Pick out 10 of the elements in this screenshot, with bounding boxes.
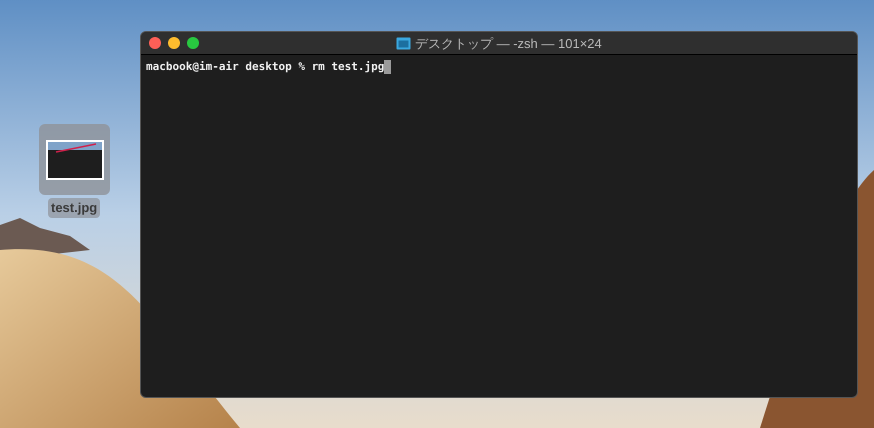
screenshot-preview [46, 140, 104, 180]
image-thumbnail[interactable] [39, 124, 110, 195]
zoom-button[interactable] [187, 37, 199, 49]
close-button[interactable] [149, 37, 161, 49]
window-title: デスクトップ — -zsh — 101×24 [415, 34, 602, 53]
file-name-label[interactable]: test.jpg [48, 198, 100, 218]
minimize-button[interactable] [168, 37, 180, 49]
folder-icon [396, 37, 411, 50]
terminal-line: macbook@im-air desktop % rm test.jpg [146, 58, 384, 75]
text-cursor [384, 60, 392, 74]
